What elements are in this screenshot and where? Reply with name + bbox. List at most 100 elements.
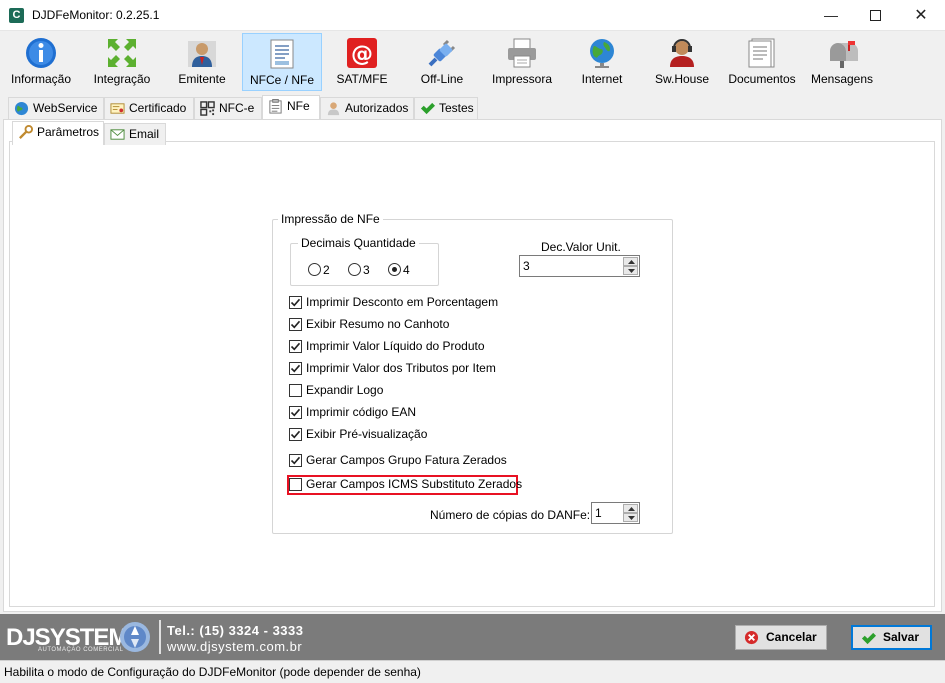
subtab-parametros[interactable]: Parâmetros	[12, 121, 104, 145]
tab-label: Certificado	[129, 101, 187, 115]
tab-label: WebService	[33, 101, 98, 115]
decimais-title: Decimais Quantidade	[298, 236, 419, 250]
toolbar-mensagens-button[interactable]: Mensagens	[808, 33, 876, 91]
phone-number: Tel.: (15) 3324 - 3333	[167, 623, 304, 638]
toolbar-sat-mfe-button[interactable]: @ SAT/MFE	[330, 33, 394, 91]
checkbox-box	[289, 384, 302, 397]
spin-up-icon[interactable]	[623, 257, 638, 266]
company-logo-emblem	[120, 622, 150, 652]
copias-spinner[interactable]: 1	[591, 502, 640, 524]
checkbox-box	[289, 478, 302, 491]
cancel-button[interactable]: Cancelar	[735, 625, 827, 650]
certificate-icon	[110, 103, 125, 114]
printer-icon	[508, 38, 536, 68]
group-title: Impressão de NFe	[278, 212, 383, 226]
checkbox-label: Gerar Campos ICMS Substituto Zerados	[306, 477, 523, 491]
toolbar-label: Mensagens	[810, 72, 874, 86]
spinner-value: 1	[595, 506, 602, 520]
toolbar-label: NFCe / NFe	[249, 73, 314, 87]
documents-icon	[748, 38, 775, 68]
checkbox-box	[289, 340, 302, 353]
checkbox-label: Exibir Resumo no Canhoto	[306, 317, 450, 331]
tab-certificado[interactable]: Certificado	[104, 97, 194, 119]
radio-circle	[388, 263, 401, 276]
checkbox-label: Imprimir Valor dos Tributos por Item	[306, 361, 496, 375]
maximize-icon[interactable]	[852, 0, 898, 31]
tab-nfe[interactable]: NFe	[262, 95, 320, 119]
window-title: DJDFeMonitor: 0.2.25.1	[32, 8, 160, 22]
radio-label: 3	[363, 263, 370, 277]
toolbar-internet-button[interactable]: Internet	[572, 33, 632, 91]
cancel-label: Cancelar	[766, 630, 817, 644]
toolbar-label: Off-Line	[420, 72, 464, 86]
tab-autorizados[interactable]: Autorizados	[320, 97, 414, 119]
toolbar-nfce-nfe-button[interactable]: NFCe / NFe	[242, 33, 322, 91]
radio-label: 2	[323, 263, 330, 277]
spin-down-icon[interactable]	[623, 266, 638, 275]
toolbar-label: Emitente	[178, 72, 226, 86]
toolbar-swhouse-button[interactable]: Sw.House	[650, 33, 714, 91]
toolbar-label: Documentos	[728, 72, 796, 86]
toolbar-label: Impressora	[491, 72, 553, 86]
tab-label: Autorizados	[345, 101, 409, 115]
radio-label: 4	[403, 263, 410, 277]
save-label: Salvar	[883, 630, 920, 644]
checkmark-icon	[420, 102, 435, 115]
checkbox-box	[289, 318, 302, 331]
footer-bar: DJSYSTEM AUTOMAÇÃO COMERCIAL Tel.: (15) …	[0, 614, 945, 660]
company-logo-subtitle: AUTOMAÇÃO COMERCIAL	[38, 647, 124, 653]
wrench-icon	[19, 125, 33, 139]
svg-text:@: @	[351, 42, 373, 67]
main-toolbar: Informação Integração Emitente NFCe / NF…	[0, 31, 945, 93]
checkbox-label: Imprimir código EAN	[306, 405, 417, 419]
toolbar-integracao-button[interactable]: Integração	[88, 33, 156, 91]
tab-label: NFC-e	[219, 101, 255, 115]
qrcode-icon	[200, 101, 215, 116]
save-button[interactable]: Salvar	[851, 625, 932, 650]
spin-up-icon[interactable]	[623, 504, 638, 513]
checkbox-box	[289, 362, 302, 375]
dec-valor-label: Dec.Valor Unit.	[541, 240, 621, 254]
toolbar-documentos-button[interactable]: Documentos	[724, 33, 800, 91]
toolbar-emitente-button[interactable]: Emitente	[170, 33, 234, 91]
status-bar: Habilita o modo de Configuração do DJDFe…	[0, 660, 945, 683]
toolbar-label: Integração	[93, 72, 151, 86]
radio-circle	[348, 263, 361, 276]
subtab-label: Parâmetros	[37, 125, 100, 139]
spinner-value: 3	[523, 259, 530, 273]
subtab-label: Email	[129, 127, 160, 141]
clipboard-icon	[269, 99, 282, 114]
status-text: Habilita o modo de Configuração do DJDFe…	[4, 665, 421, 679]
toolbar-impressora-button[interactable]: Impressora	[488, 33, 556, 91]
email-icon	[110, 129, 125, 140]
globe-icon	[14, 101, 29, 116]
tab-testes[interactable]: Testes	[414, 97, 478, 119]
checkbox-box	[289, 454, 302, 467]
toolbar-offline-button[interactable]: Off-Line	[410, 33, 474, 91]
tab-label: NFe	[287, 99, 310, 113]
close-icon[interactable]: ✕	[898, 0, 944, 31]
document-icon	[270, 39, 294, 69]
toolbar-informacao-button[interactable]: Informação	[5, 33, 77, 91]
minimize-icon[interactable]: —	[808, 0, 854, 31]
tab-label: Testes	[439, 101, 474, 115]
at-sign-icon: @	[347, 38, 377, 68]
checkbox-label: Expandir Logo	[306, 383, 384, 397]
checkbox-box	[289, 428, 302, 441]
toolbar-label: Informação	[10, 72, 72, 86]
subtab-email[interactable]: Email	[104, 123, 166, 145]
tab-webservice[interactable]: WebService	[8, 97, 104, 119]
title-bar: C DJDFeMonitor: 0.2.25.1 — ✕	[0, 0, 945, 31]
arrows-icon	[108, 39, 136, 67]
headset-person-icon	[670, 39, 694, 67]
person-icon	[188, 41, 216, 67]
tab-nfce[interactable]: NFC-e	[194, 97, 262, 119]
spin-down-icon[interactable]	[623, 513, 638, 522]
checkbox-label: Imprimir Desconto em Porcentagem	[306, 295, 499, 309]
plug-icon	[428, 39, 456, 67]
cancel-icon	[744, 630, 759, 645]
footer-divider	[159, 620, 161, 654]
globe-icon	[590, 39, 614, 68]
dec-valor-spinner[interactable]: 3	[519, 255, 640, 277]
toolbar-label: SAT/MFE	[336, 72, 388, 86]
